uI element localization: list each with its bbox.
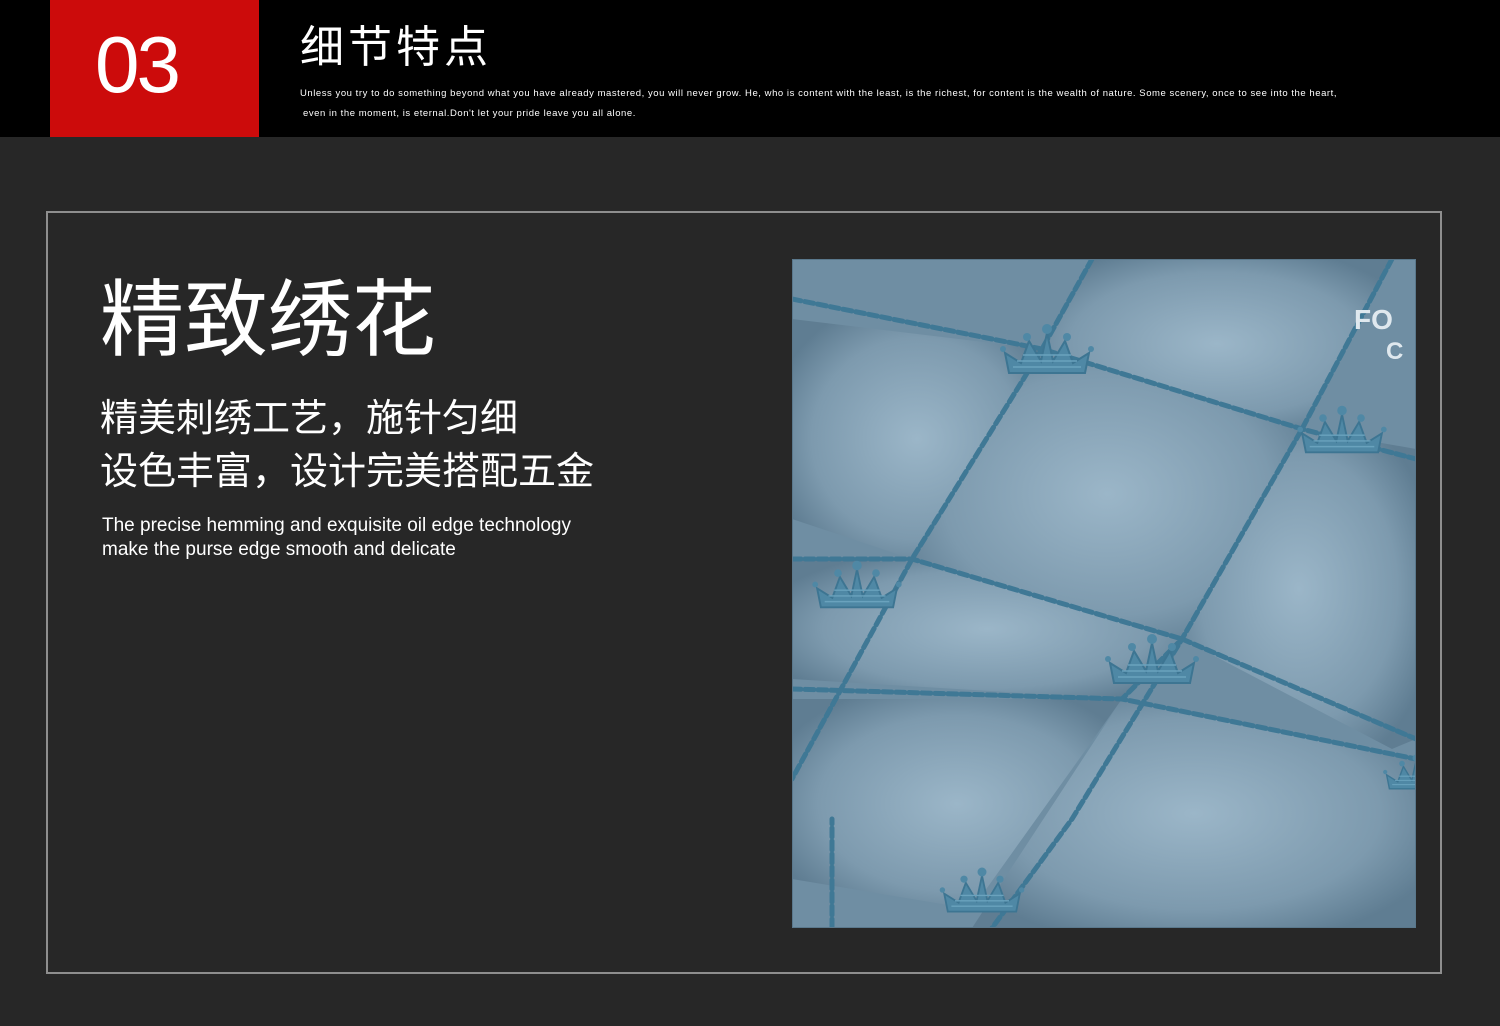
feature-title: 精致绣花 bbox=[100, 271, 437, 369]
feature-description-english-line-1: The precise hemming and exquisite oil ed… bbox=[102, 515, 571, 536]
feature-description: 精美刺绣工艺，施针匀细 设色丰富，设计完美搭配五金 bbox=[100, 392, 594, 498]
embroidery-detail-photo: FO C bbox=[792, 259, 1416, 928]
section-number: 03 bbox=[95, 20, 181, 109]
feature-description-line-2: 设色丰富，设计完美搭配五金 bbox=[100, 449, 595, 493]
section-title: 细节特点 bbox=[300, 22, 492, 73]
photo-corner-text-2: C bbox=[1386, 338, 1403, 365]
section-subtitle-line-2: even in the moment, is eternal.Don't let… bbox=[303, 108, 636, 119]
section-subtitle-line-1: Unless you try to do something beyond wh… bbox=[300, 88, 1338, 99]
feature-description-english-line-2: make the purse edge smooth and delicate bbox=[102, 539, 456, 560]
photo-corner-text-1: FO bbox=[1354, 304, 1393, 335]
header-bar: 03 细节特点 Unless you try to do something b… bbox=[0, 0, 1500, 137]
section-subtitle: Unless you try to do something beyond wh… bbox=[300, 84, 1410, 124]
feature-description-english: The precise hemming and exquisite oil ed… bbox=[102, 514, 571, 562]
section-number-badge: 03 bbox=[50, 0, 259, 137]
feature-description-line-1: 精美刺绣工艺，施针匀细 bbox=[100, 396, 519, 440]
